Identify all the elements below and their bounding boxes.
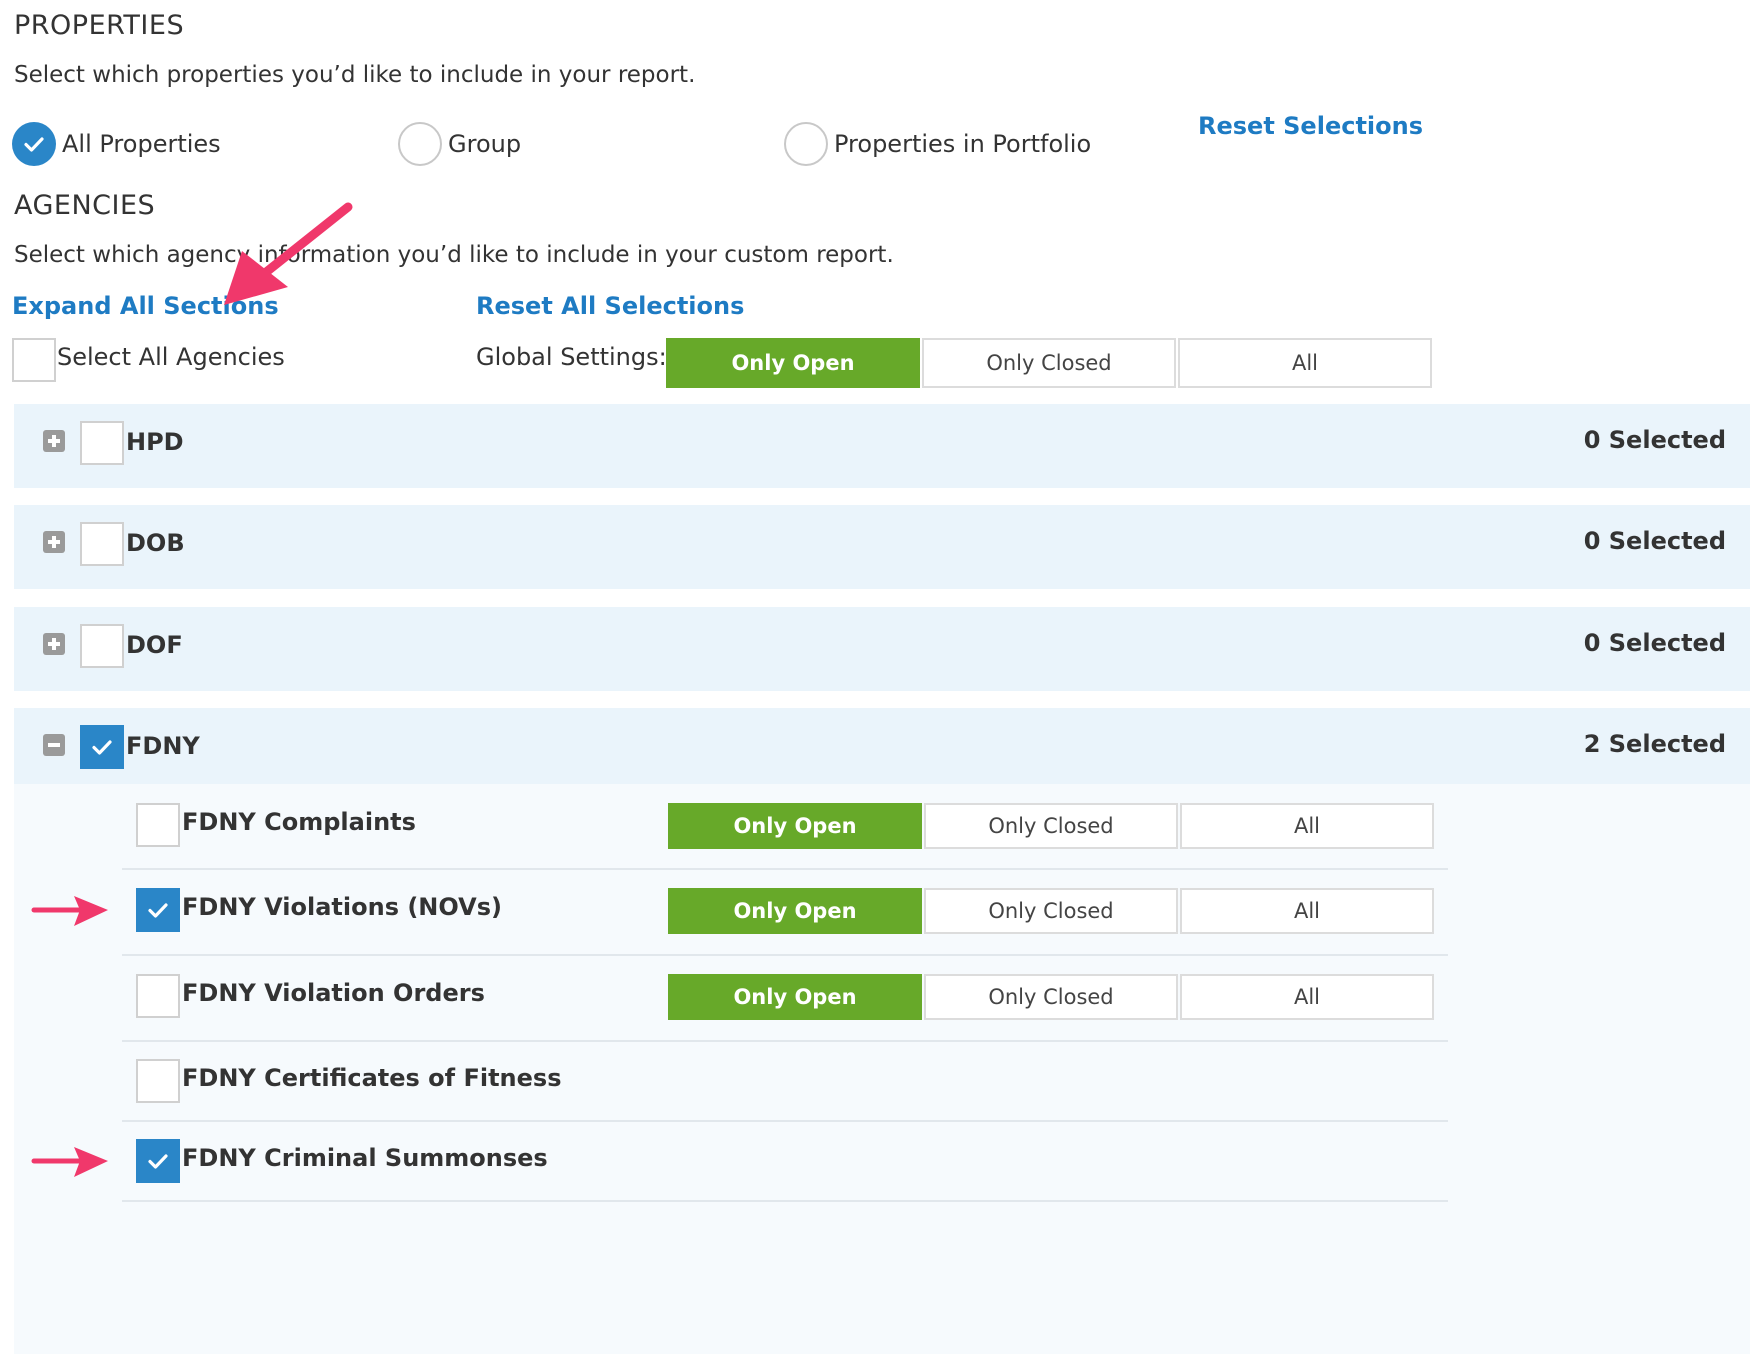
- sub-item-label: FDNY Certificates of Fitness: [182, 1064, 562, 1092]
- filter-all-button[interactable]: All: [1180, 974, 1434, 1020]
- filter-only-closed-button[interactable]: Only Closed: [924, 803, 1178, 849]
- sub-item-label: FDNY Violations (NOVs): [182, 893, 502, 921]
- annotation-arrow-icon: [31, 896, 108, 926]
- filter-only-closed-button[interactable]: Only Closed: [922, 338, 1176, 388]
- plus-square-icon[interactable]: [43, 633, 65, 655]
- filter-all-button[interactable]: All: [1180, 888, 1434, 934]
- sub-item-filter: Only Open Only Closed All: [668, 888, 1434, 938]
- radio-checked-indicator: [12, 122, 56, 166]
- filter-only-closed-button[interactable]: Only Closed: [924, 974, 1178, 1020]
- agency-row-dof: [14, 607, 1750, 691]
- sub-item-label: FDNY Complaints: [182, 808, 416, 836]
- check-icon: [148, 1154, 168, 1169]
- sub-item-checkbox-fdny-violation-orders[interactable]: [136, 974, 180, 1018]
- agency-name: HPD: [126, 428, 184, 456]
- plus-square-icon[interactable]: [43, 430, 65, 452]
- radio-properties-in-portfolio[interactable]: Properties in Portfolio: [784, 122, 1091, 166]
- agency-checkbox-fdny[interactable]: [80, 725, 124, 769]
- select-all-agencies-checkbox[interactable]: [12, 338, 56, 382]
- properties-description: Select which properties you’d like to in…: [14, 62, 696, 88]
- agencies-description: Select which agency information you’d li…: [14, 242, 894, 268]
- check-icon: [24, 137, 44, 152]
- global-settings-filter: Only Open Only Closed All: [666, 338, 1432, 388]
- select-all-agencies-label: Select All Agencies: [57, 343, 285, 371]
- annotation-arrow-icon: [224, 202, 353, 305]
- filter-only-closed-button[interactable]: Only Closed: [924, 888, 1178, 934]
- sub-item-label: FDNY Criminal Summonses: [182, 1144, 548, 1172]
- agencies-title: AGENCIES: [14, 190, 156, 221]
- filter-only-open-button[interactable]: Only Open: [666, 338, 920, 388]
- radio-unchecked-indicator: [398, 122, 442, 166]
- check-icon: [148, 903, 168, 918]
- agency-selected-count: 2 Selected: [1583, 730, 1726, 758]
- filter-only-open-button[interactable]: Only Open: [668, 803, 922, 849]
- radio-unchecked-indicator: [784, 122, 828, 166]
- radio-label: All Properties: [62, 130, 221, 158]
- filter-only-open-button[interactable]: Only Open: [668, 974, 922, 1020]
- sub-item-checkbox-fdny-violations[interactable]: [136, 888, 180, 932]
- sub-item-label: FDNY Violation Orders: [182, 979, 485, 1007]
- agency-row-fdny: [14, 708, 1750, 792]
- properties-title: PROPERTIES: [14, 10, 185, 41]
- sub-item-checkbox-fdny-certificates[interactable]: [136, 1059, 180, 1103]
- agency-row-dob: [14, 505, 1750, 589]
- radio-label: Group: [448, 130, 522, 158]
- filter-only-open-button[interactable]: Only Open: [668, 888, 922, 934]
- minus-square-icon[interactable]: [43, 734, 65, 756]
- agency-name: DOB: [126, 529, 185, 557]
- sub-item-filter: Only Open Only Closed All: [668, 803, 1434, 853]
- sub-item-checkbox-fdny-complaints[interactable]: [136, 803, 180, 847]
- agency-checkbox-dof[interactable]: [80, 624, 124, 668]
- global-settings-label: Global Settings:: [476, 343, 667, 371]
- agency-name: DOF: [126, 631, 183, 659]
- sub-item-checkbox-fdny-criminal-summonses[interactable]: [136, 1139, 180, 1183]
- reset-all-selections-link[interactable]: Reset All Selections: [476, 292, 744, 320]
- agency-selected-count: 0 Selected: [1583, 527, 1726, 555]
- radio-all-properties[interactable]: All Properties: [12, 122, 221, 166]
- agency-checkbox-hpd[interactable]: [80, 421, 124, 465]
- radio-group[interactable]: Group: [398, 122, 521, 166]
- radio-label: Properties in Portfolio: [834, 130, 1092, 158]
- check-icon: [92, 740, 112, 755]
- filter-all-button[interactable]: All: [1178, 338, 1432, 388]
- sub-item-filter: Only Open Only Closed All: [668, 974, 1434, 1024]
- agency-selected-count: 0 Selected: [1583, 629, 1726, 657]
- agency-checkbox-dob[interactable]: [80, 522, 124, 566]
- agency-row-hpd: [14, 404, 1750, 488]
- plus-square-icon[interactable]: [43, 531, 65, 553]
- annotation-arrow-icon: [31, 1147, 108, 1177]
- filter-all-button[interactable]: All: [1180, 803, 1434, 849]
- agency-name: FDNY: [126, 732, 200, 760]
- reset-selections-link[interactable]: Reset Selections: [1198, 112, 1423, 140]
- agency-selected-count: 0 Selected: [1583, 426, 1726, 454]
